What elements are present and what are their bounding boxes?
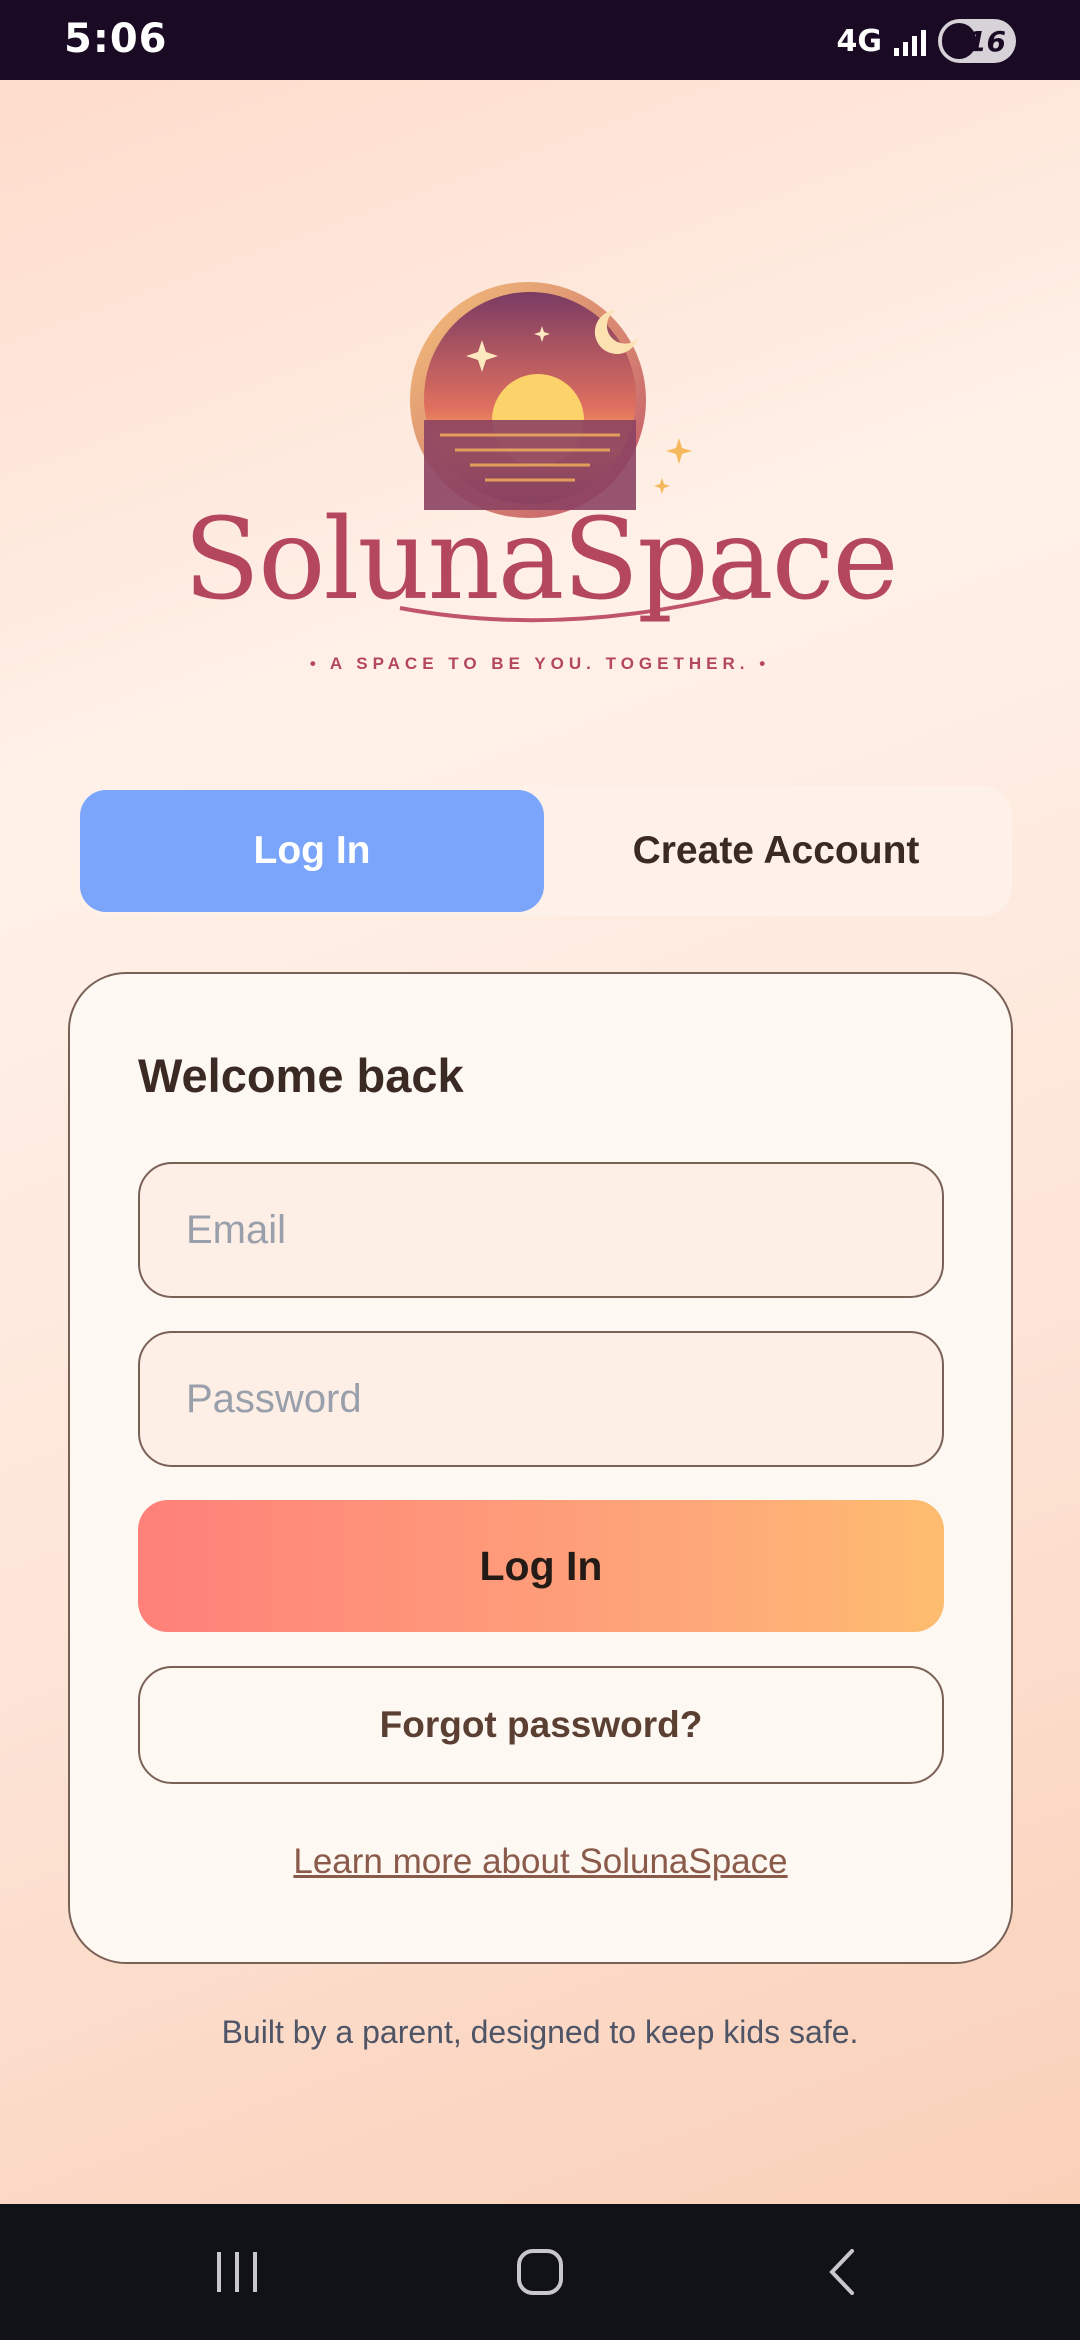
recents-button[interactable] [147,2204,327,2340]
status-icons: 4G 16 [836,18,1016,64]
login-button[interactable]: Log In [138,1500,944,1632]
status-time: 5:06 [64,16,168,62]
tab-log-in[interactable]: Log In [80,790,544,912]
footer-note: Built by a parent, designed to keep kids… [221,2014,859,2050]
password-field[interactable] [138,1331,944,1467]
brand-name: SolunaSpace [183,495,898,625]
system-nav-bar [0,2204,1080,2340]
learn-more-link[interactable]: Learn more about SolunaSpace [70,1842,1011,1882]
brand-logo: SolunaSpace • A SPACE TO BE YOU. TOGETHE… [0,270,1080,690]
login-card: Welcome back Log In Forgot password? Lea… [68,972,1013,1964]
home-button[interactable] [450,2204,630,2340]
card-title: Welcome back [138,1049,464,1102]
back-button[interactable] [752,2204,932,2340]
brand-tagline: • A SPACE TO BE YOU. TOGETHER. • [309,654,771,673]
status-bar: 5:06 4G 16 [0,0,1080,80]
battery-icon: 16 [938,19,1016,63]
recents-icon [217,2252,257,2292]
auth-tabs: Log In Create Account [76,786,1012,916]
battery-level: 16 [967,24,1006,58]
back-icon [829,2249,854,2295]
email-field[interactable] [138,1162,944,1298]
home-icon [517,2249,563,2295]
signal-icon [894,26,926,56]
network-type: 4G [836,23,883,59]
sunset-moon-emblem-icon [399,282,761,623]
forgot-password-button[interactable]: Forgot password? [138,1666,944,1784]
tab-create-account[interactable]: Create Account [544,790,1008,912]
